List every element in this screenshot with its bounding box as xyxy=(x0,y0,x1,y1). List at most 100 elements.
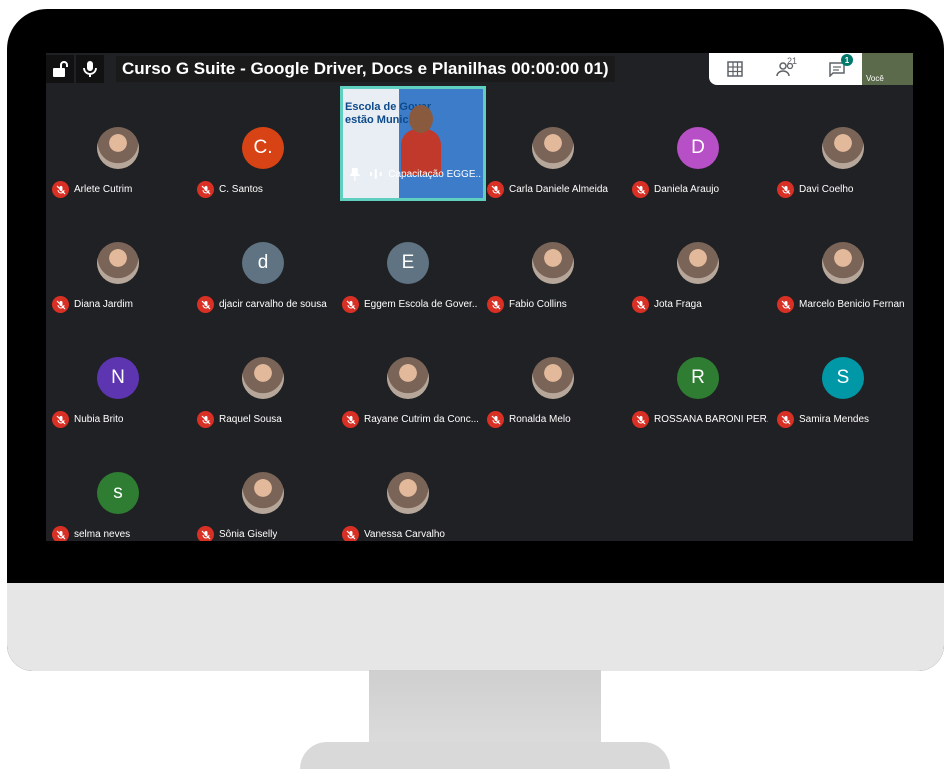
participant-avatar xyxy=(532,242,574,284)
participant-tile[interactable]: Vanessa Carvalho xyxy=(336,458,480,541)
participant-nameline: Fabio Collins xyxy=(487,296,623,313)
participant-name: Vanessa Carvalho xyxy=(364,529,445,540)
participant-name: Daniela Araujo xyxy=(654,184,720,195)
grid-layout-icon xyxy=(726,61,743,77)
participant-nameline: Sônia Giselly xyxy=(197,526,333,541)
participant-avatar xyxy=(97,242,139,284)
meeting-title: Curso G Suite - Google Driver, Docs e Pl… xyxy=(116,55,615,82)
participant-nameline: Vanessa Carvalho xyxy=(342,526,478,541)
audio-level-icon xyxy=(369,169,382,179)
participant-avatar xyxy=(242,357,284,399)
participant-tile[interactable]: d djacir carvalho de sousa xyxy=(191,228,335,340)
participant-name: djacir carvalho de sousa xyxy=(219,299,327,310)
pin-icon[interactable] xyxy=(349,167,361,181)
participant-nameline: Samira Mendes xyxy=(777,411,913,428)
participant-tile[interactable]: S Samira Mendes xyxy=(771,343,913,455)
participant-avatar: S xyxy=(822,357,864,399)
participant-name: Samira Mendes xyxy=(799,414,870,425)
lock-button[interactable] xyxy=(46,54,74,83)
participant-avatar xyxy=(387,472,429,514)
participant-name: ROSSANA BARONI PER... xyxy=(654,414,768,425)
participant-tile[interactable]: D Daniela Araujo xyxy=(626,113,770,225)
mic-off-icon xyxy=(777,411,794,428)
mic-off-icon xyxy=(52,411,69,428)
self-view-label: Você xyxy=(866,74,884,83)
participant-tile[interactable]: N Nubia Brito xyxy=(46,343,190,455)
participant-tile[interactable]: Sônia Giselly xyxy=(191,458,335,541)
participant-tile[interactable]: Davi Coelho xyxy=(771,113,913,225)
participants-button[interactable]: 21 xyxy=(760,53,811,85)
participant-tile[interactable]: Jota Fraga xyxy=(626,228,770,340)
mic-off-icon xyxy=(197,296,214,313)
mic-off-icon xyxy=(197,181,214,198)
participant-name: Marcelo Benicio Fernan xyxy=(799,299,905,310)
participant-nameline: selma neves xyxy=(52,526,188,541)
participant-tile[interactable]: s selma neves xyxy=(46,458,190,541)
participant-avatar: C. xyxy=(242,127,284,169)
mic-off-icon xyxy=(342,411,359,428)
mic-off-icon xyxy=(342,526,359,541)
mic-off-icon xyxy=(632,296,649,313)
layout-button[interactable] xyxy=(709,53,760,85)
participant-nameline: Ronalda Melo xyxy=(487,411,623,428)
mic-off-icon xyxy=(777,181,794,198)
monitor-chin xyxy=(7,583,944,671)
participant-avatar xyxy=(822,127,864,169)
participant-nameline: djacir carvalho de sousa xyxy=(197,296,333,313)
participant-nameline: C. Santos xyxy=(197,181,333,198)
participant-tile[interactable]: Diana Jardim xyxy=(46,228,190,340)
chat-button[interactable]: 1 xyxy=(811,53,862,85)
participant-tile[interactable]: C. C. Santos xyxy=(191,113,335,225)
participant-name: Eggem Escola de Gover... xyxy=(364,299,478,310)
participant-name: Rayane Cutrim da Conc... xyxy=(364,414,478,425)
participant-nameline: Daniela Araujo xyxy=(632,181,768,198)
participant-tile[interactable]: Fabio Collins xyxy=(481,228,625,340)
microphone-button[interactable] xyxy=(76,54,104,83)
participant-name: Ronalda Melo xyxy=(509,414,571,425)
chat-unread-badge: 1 xyxy=(841,54,853,66)
participant-nameline: Davi Coelho xyxy=(777,181,913,198)
participant-name: C. Santos xyxy=(219,184,263,195)
participant-name: selma neves xyxy=(74,529,131,540)
participant-name: Fabio Collins xyxy=(509,299,567,310)
participant-tile[interactable]: Arlete Cutrim xyxy=(46,113,190,225)
participant-avatar xyxy=(532,127,574,169)
participant-avatar xyxy=(242,472,284,514)
mic-off-icon xyxy=(197,526,214,541)
mic-off-icon xyxy=(197,411,214,428)
participant-nameline: Jota Fraga xyxy=(632,296,768,313)
participant-nameline: Eggem Escola de Gover... xyxy=(342,296,478,313)
presenter-person xyxy=(401,105,441,175)
participant-nameline: Nubia Brito xyxy=(52,411,188,428)
mic-off-icon xyxy=(52,296,69,313)
participant-tile[interactable]: Carla Daniele Almeida xyxy=(481,113,625,225)
participant-avatar: N xyxy=(97,357,139,399)
self-view-tile[interactable]: Você xyxy=(862,53,913,85)
monitor-stand xyxy=(369,670,601,748)
participant-nameline: Marcelo Benicio Fernan xyxy=(777,296,913,313)
mic-off-icon xyxy=(632,181,649,198)
participant-count: 21 xyxy=(787,56,798,66)
participant-avatar: R xyxy=(677,357,719,399)
participant-nameline: Raquel Sousa xyxy=(197,411,333,428)
participant-nameline: Diana Jardim xyxy=(52,296,188,313)
participant-avatar: D xyxy=(677,127,719,169)
participant-name: Nubia Brito xyxy=(74,414,124,425)
participant-name: Carla Daniele Almeida xyxy=(509,184,608,195)
participant-tile[interactable]: Marcelo Benicio Fernan xyxy=(771,228,913,340)
participant-avatar xyxy=(677,242,719,284)
participant-tile[interactable]: E Eggem Escola de Gover... xyxy=(336,228,480,340)
microphone-icon xyxy=(83,60,97,77)
participant-name: Jota Fraga xyxy=(654,299,702,310)
participant-name: Arlete Cutrim xyxy=(74,184,133,195)
participant-nameline: Arlete Cutrim xyxy=(52,181,188,198)
participant-tile[interactable]: Rayane Cutrim da Conc... xyxy=(336,343,480,455)
participant-tile[interactable]: R ROSSANA BARONI PER... xyxy=(626,343,770,455)
participant-tile[interactable]: Raquel Sousa xyxy=(191,343,335,455)
participant-avatar xyxy=(97,127,139,169)
participant-nameline: Rayane Cutrim da Conc... xyxy=(342,411,478,428)
presenter-name: Capacitação EGGE... xyxy=(388,168,481,180)
presenter-tile[interactable]: Escola de Gover estão Municip Capacitaçã… xyxy=(340,86,486,201)
participant-tile[interactable]: Ronalda Melo xyxy=(481,343,625,455)
participant-name: Raquel Sousa xyxy=(219,414,282,425)
